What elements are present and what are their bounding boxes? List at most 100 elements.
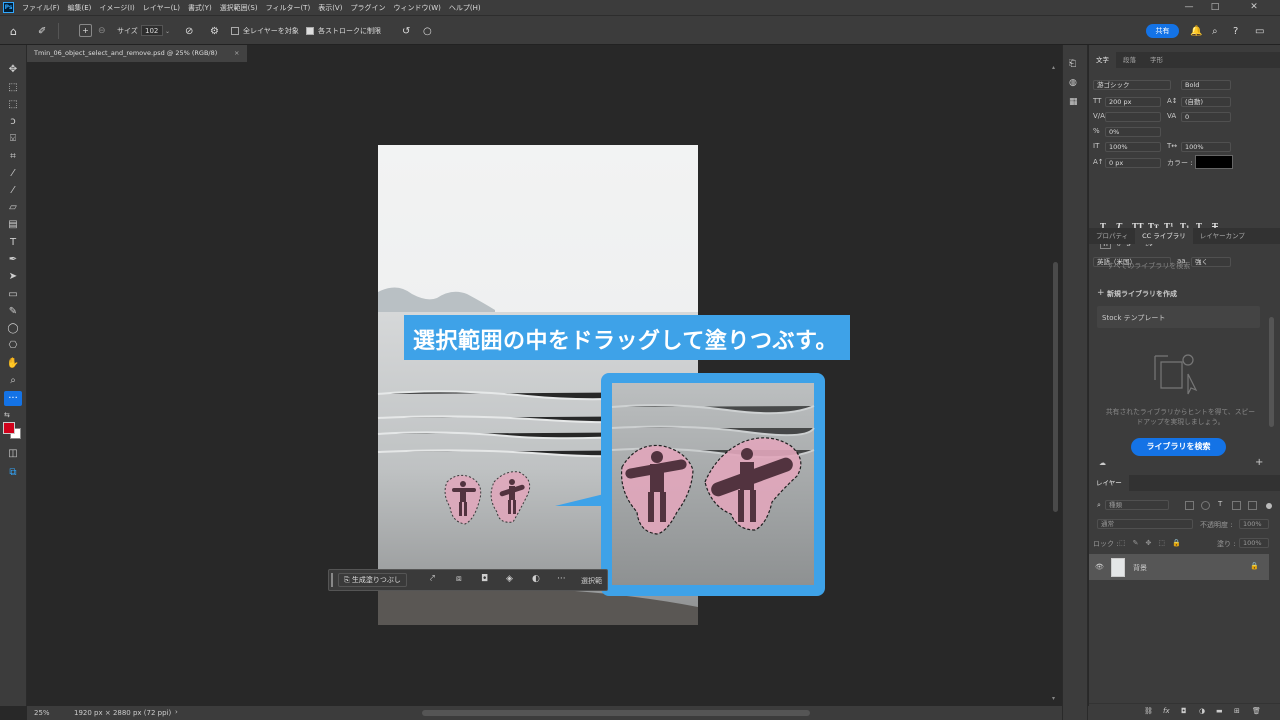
select-subject-icon[interactable]: ⤤ [430,574,435,584]
font-style-select[interactable]: Bold [1181,80,1231,90]
adjustments-icon[interactable]: ◍ [1069,78,1077,88]
mask-icon[interactable]: ◘ [481,574,488,584]
baseline-input[interactable]: 0 px [1105,158,1161,168]
fx-icon[interactable]: fx [1163,707,1170,715]
vertical-scrollbar[interactable]: ▴ ▾ [1050,62,1062,706]
brush-tool-icon[interactable]: ⁄ [4,183,22,198]
horizontal-scroll-thumb[interactable] [422,710,810,716]
leading-input[interactable]: (自動) [1181,97,1231,107]
circle-icon[interactable]: ○ [423,23,432,39]
add-to-selection-icon[interactable]: + [79,24,92,37]
generative-fill-button[interactable]: ⎘ 生成塗りつぶし [338,573,407,587]
fill-input[interactable]: 100% [1239,538,1269,548]
healing-tool-icon[interactable]: ✎ [4,304,22,319]
fill-icon[interactable]: ◈ [506,574,513,584]
libraries-scroll-thumb[interactable] [1269,317,1274,427]
font-size-input[interactable]: 200 px [1105,97,1161,107]
tab-properties[interactable]: プロパティ [1089,228,1135,244]
transform-icon[interactable]: ⧈ [456,574,462,584]
document-tab[interactable]: Tmin_06_object_select_and_remove.psd @ 2… [27,45,247,62]
filter-adjustment-icon[interactable] [1201,501,1210,510]
menu-plugins[interactable]: プラグイン [346,3,389,13]
sample-all-layers-checkbox[interactable]: 全レイヤーを対象 [231,23,299,39]
filter-smart-object-icon[interactable] [1248,501,1257,510]
blend-mode-select[interactable]: 通常 [1097,519,1193,529]
subtract-from-selection-icon[interactable]: ⊖ [98,23,106,39]
tsume-input[interactable]: 0% [1105,127,1161,137]
hand-tool-icon[interactable]: ✋ [4,356,22,371]
opacity-input[interactable]: 100% [1239,519,1269,529]
more-tools-icon[interactable]: ··· [4,391,22,406]
workspace-icon[interactable]: ▭ [1255,23,1264,39]
canvas-area[interactable]: 選択範囲の中をドラッグして塗りつぶす。 ⎘ 生成塗りつぶし ⤤ ⧈ ◘ ◈ ◐ … [27,62,1062,706]
refresh-icon[interactable]: ↺ [402,23,410,39]
search-icon[interactable]: ⌕ [1212,23,1218,39]
more-options-icon[interactable]: ··· [557,574,566,584]
vertical-scroll-thumb[interactable] [1053,262,1058,512]
eraser-tool-icon[interactable]: ▱ [4,200,22,215]
gear-icon[interactable]: ⚙ [210,23,219,39]
quick-mask-icon[interactable]: ◫ [4,446,22,461]
path-select-tool-icon[interactable]: ➤ [4,269,22,284]
auto-enhance-checkbox[interactable]: 各ストロークに制限 [306,23,381,39]
menu-window[interactable]: ウィンドウ(W) [389,3,444,13]
layer-row[interactable]: 👁 背景 🔒 [1089,554,1269,580]
menu-help[interactable]: ヘルプ(H) [445,3,485,13]
adjustment-icon[interactable]: ◐ [532,574,540,584]
add-library-item-icon[interactable]: + [1255,457,1263,468]
create-library-link[interactable]: 新規ライブラリを作成 [1107,289,1177,299]
adjustment-layer-icon[interactable]: ◑ [1199,707,1205,715]
visibility-eye-icon[interactable]: 👁 [1095,563,1104,571]
menu-select[interactable]: 選択範囲(S) [216,3,262,13]
text-color-swatch[interactable] [1195,155,1233,169]
tab-glyphs[interactable]: 字形 [1143,52,1170,68]
home-icon[interactable]: ⌂ [10,23,17,39]
screen-mode-icon[interactable]: ⧉ [4,465,22,480]
search-library-button[interactable]: ライブラリを検索 [1131,438,1226,456]
zoom-level[interactable]: 25% [34,709,50,717]
eyedropper-tool-icon[interactable]: ⁄ [4,166,22,181]
scroll-up-icon[interactable]: ▴ [1052,64,1055,71]
pen-tool-icon[interactable]: ✒ [4,252,22,267]
type-tool-icon[interactable]: T [4,235,22,250]
tracking-input[interactable]: 0 [1181,112,1231,122]
close-window-button[interactable]: ✕ [1228,0,1280,15]
move-tool-icon[interactable]: ✥ [4,62,22,77]
size-input[interactable]: 102 [141,25,163,36]
menu-filter[interactable]: フィルター(T) [262,3,315,13]
status-arrow-icon[interactable]: › [175,708,178,716]
brush-pressure-icon[interactable]: ⊘ [185,23,193,39]
select-label[interactable]: 選択範 [581,576,602,586]
menu-layer[interactable]: レイヤー(L) [139,3,184,13]
filter-toggle-icon[interactable] [1266,503,1272,509]
filter-pixel-icon[interactable] [1185,501,1194,510]
close-tab-icon[interactable]: × [234,45,239,62]
menu-type[interactable]: 書式(Y) [184,3,216,13]
add-mask-icon[interactable]: ◘ [1181,707,1187,715]
crop-tool-icon[interactable]: ⌗ [4,149,22,164]
tab-layers[interactable]: レイヤー [1089,475,1129,491]
artboard-tool-icon[interactable]: ⬚ [4,80,22,95]
stamp-tool-icon[interactable]: ⎔ [4,338,22,353]
tab-paragraph[interactable]: 段落 [1116,52,1143,68]
filter-shape-icon[interactable] [1232,501,1241,510]
gradient-tool-icon[interactable]: ▤ [4,217,22,232]
help-icon[interactable]: ? [1233,23,1238,39]
menu-image[interactable]: イメージ(I) [95,3,138,13]
swap-colors-icon[interactable]: ⇆ [4,411,10,419]
new-layer-icon[interactable]: ⊞ [1234,707,1240,715]
quick-select-tool-icon[interactable]: ⍌ [4,131,22,146]
vertical-scale-input[interactable]: 100% [1105,142,1161,152]
layer-name[interactable]: 背景 [1133,563,1147,573]
libraries-icon[interactable]: ▦ [1069,97,1078,107]
tab-cc-libraries[interactable]: CC ライブラリ [1135,228,1193,244]
stock-templates-item[interactable]: Stock テンプレート [1097,306,1260,328]
lasso-tool-icon[interactable]: ↄ [4,114,22,129]
bell-icon[interactable]: 🔔 [1190,23,1202,39]
minimize-button[interactable]: — [1176,0,1202,15]
link-layers-icon[interactable]: ⛓ [1144,707,1153,715]
maximize-button[interactable]: □ [1202,0,1228,15]
history-icon[interactable]: ⎗ [1069,59,1076,69]
filter-kind-select[interactable]: 種類 [1105,500,1169,510]
library-search-input[interactable]: すべてのライブラリを検索 [1107,261,1190,271]
